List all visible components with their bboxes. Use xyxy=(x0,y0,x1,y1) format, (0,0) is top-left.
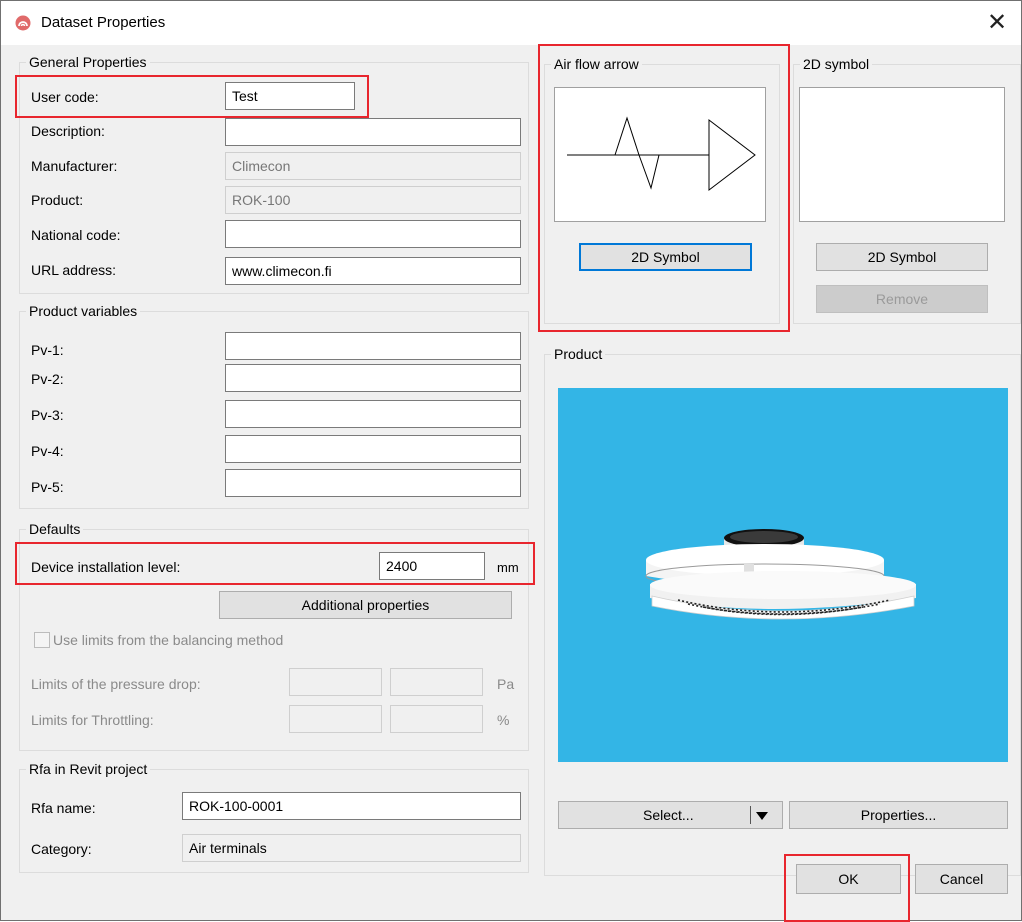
2d-symbol-preview xyxy=(799,87,1005,222)
general-properties-legend: General Properties xyxy=(29,54,147,70)
product-variables-legend: Product variables xyxy=(29,303,138,319)
product-label: Product: xyxy=(31,192,84,208)
pv-4-input[interactable] xyxy=(225,435,521,463)
rfa-name-input[interactable]: ROK-100-0001 xyxy=(182,792,521,820)
app-logo-icon xyxy=(15,15,31,31)
install-level-unit: mm xyxy=(497,560,519,575)
category-label: Category: xyxy=(31,841,92,857)
pv-1-label: Pv-1: xyxy=(31,342,64,358)
air-flow-arrow-icon xyxy=(567,116,756,192)
pv-2-input[interactable] xyxy=(225,364,521,392)
window-title: Dataset Properties xyxy=(41,14,166,31)
pv-3-input[interactable] xyxy=(225,400,521,428)
throttling-unit: % xyxy=(497,712,510,728)
pv-4-label: Pv-4: xyxy=(31,443,64,459)
national-code-label: National code: xyxy=(31,227,121,243)
url-address-input[interactable]: www.climecon.fi xyxy=(225,257,521,285)
url-address-label: URL address: xyxy=(31,262,117,278)
dropdown-arrow-icon[interactable] xyxy=(756,811,768,821)
defaults-legend: Defaults xyxy=(29,521,81,537)
close-icon[interactable]: ✕ xyxy=(979,5,1015,41)
manufacturer-field: Climecon xyxy=(225,152,521,180)
use-limits-checkbox[interactable] xyxy=(34,632,50,648)
air-flow-arrow-preview xyxy=(554,87,766,222)
select-product-label: Select... xyxy=(643,807,694,823)
product-legend: Product xyxy=(554,346,603,362)
description-label: Description: xyxy=(31,123,105,139)
air-flow-arrow-legend: Air flow arrow xyxy=(554,56,639,72)
product-3d-viewport[interactable] xyxy=(558,388,1008,762)
pv-1-input[interactable] xyxy=(225,332,521,360)
select-product-button[interactable]: Select... xyxy=(558,801,783,829)
national-code-input[interactable] xyxy=(225,220,521,248)
rfa-name-label: Rfa name: xyxy=(31,800,96,816)
pressure-unit: Pa xyxy=(497,676,515,692)
product-field: ROK-100 xyxy=(225,186,521,214)
manufacturer-label: Manufacturer: xyxy=(31,158,118,174)
dataset-properties-dialog: Dataset Properties ✕ General Properties … xyxy=(0,0,1022,922)
user-code-label: User code: xyxy=(31,89,99,105)
throttling-min-input xyxy=(289,705,382,733)
2d-symbol-legend: 2D symbol xyxy=(803,56,870,72)
install-level-input[interactable]: 2400 xyxy=(379,552,485,580)
pv-5-input[interactable] xyxy=(225,469,521,497)
pressure-drop-max-input xyxy=(390,668,483,696)
additional-properties-button[interactable]: Additional properties xyxy=(219,591,512,619)
throttling-label: Limits for Throttling: xyxy=(31,712,154,728)
description-input[interactable] xyxy=(225,118,521,146)
pv-3-label: Pv-3: xyxy=(31,407,64,423)
install-level-label: Device installation level: xyxy=(31,559,181,575)
use-limits-label: Use limits from the balancing method xyxy=(53,632,284,648)
pv-5-label: Pv-5: xyxy=(31,479,64,495)
air-flow-2d-symbol-button[interactable]: 2D Symbol xyxy=(579,243,752,271)
rfa-legend: Rfa in Revit project xyxy=(29,761,148,777)
select-dropdown-divider xyxy=(750,806,751,824)
2d-symbol-button[interactable]: 2D Symbol xyxy=(816,243,988,271)
remove-symbol-button: Remove xyxy=(816,285,988,313)
pressure-drop-label: Limits of the pressure drop: xyxy=(31,676,201,692)
pressure-drop-min-input xyxy=(289,668,382,696)
title-bar: Dataset Properties ✕ xyxy=(1,1,1021,45)
cancel-button[interactable]: Cancel xyxy=(915,864,1008,894)
product-3d-model xyxy=(645,529,916,620)
throttling-max-input xyxy=(390,705,483,733)
product-properties-button[interactable]: Properties... xyxy=(789,801,1008,829)
user-code-input[interactable]: Test xyxy=(225,82,355,110)
pv-2-label: Pv-2: xyxy=(31,371,64,387)
ok-button[interactable]: OK xyxy=(796,864,901,894)
category-field: Air terminals xyxy=(182,834,521,862)
